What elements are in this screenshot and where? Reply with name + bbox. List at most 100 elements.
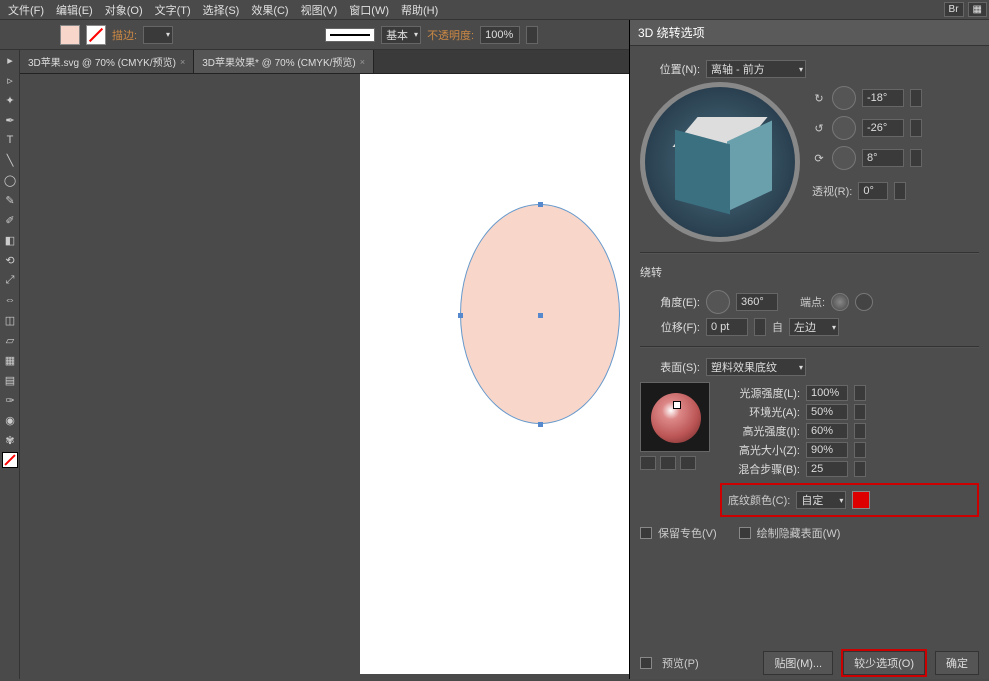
from-dropdown[interactable]: 左边: [789, 318, 839, 336]
scale-tool[interactable]: ⤢: [0, 270, 20, 290]
bridge-badge[interactable]: Br: [944, 2, 964, 17]
light-new-button[interactable]: [660, 456, 676, 470]
tab-2-close-icon[interactable]: ×: [360, 57, 365, 67]
blend-steps-slider[interactable]: [854, 461, 866, 477]
anchor-center[interactable]: [538, 313, 543, 318]
shape-tool[interactable]: ◯: [0, 170, 20, 190]
pencil-tool[interactable]: ✐: [0, 210, 20, 230]
offset-stepper[interactable]: [754, 318, 766, 336]
eyedropper-tool[interactable]: ✑: [0, 390, 20, 410]
highlight-size-label: 高光大小(Z):: [720, 442, 800, 458]
tab-1-close-icon[interactable]: ×: [180, 57, 185, 67]
map-art-button[interactable]: 贴图(M)...: [763, 651, 833, 675]
roty-knob[interactable]: [832, 116, 856, 140]
rotate-tool[interactable]: ⟲: [0, 250, 20, 270]
wand-tool[interactable]: ✦: [0, 90, 20, 110]
angle-knob[interactable]: [706, 290, 730, 314]
ok-button[interactable]: 确定: [935, 651, 979, 675]
position-dropdown[interactable]: 离轴 - 前方: [706, 60, 806, 78]
offset-input[interactable]: [706, 318, 748, 336]
fill-stroke-indicator[interactable]: [2, 452, 18, 468]
light-delete-button[interactable]: [680, 456, 696, 470]
gradient-tool[interactable]: ▤: [0, 370, 20, 390]
3d-preview[interactable]: [640, 82, 800, 242]
anchor-bottom[interactable]: [538, 422, 543, 427]
tab-1[interactable]: 3D苹果.svg @ 70% (CMYK/预览)×: [20, 50, 194, 73]
shading-color-dropdown[interactable]: 自定: [796, 491, 846, 509]
cap-on-button[interactable]: [831, 293, 849, 311]
shapebuilder-tool[interactable]: ◫: [0, 310, 20, 330]
menu-text[interactable]: 文字(T): [149, 2, 197, 18]
type-tool[interactable]: T: [0, 130, 20, 150]
preview-label: 预览(P): [662, 655, 699, 671]
menu-file[interactable]: 文件(F): [2, 2, 50, 18]
opacity-stepper[interactable]: [526, 26, 538, 44]
blend-steps-input[interactable]: [806, 461, 848, 477]
tab-2[interactable]: 3D苹果效果* @ 70% (CMYK/预览)×: [194, 50, 374, 73]
rotx-icon: ↻: [812, 92, 826, 105]
line-tool[interactable]: ╲: [0, 150, 20, 170]
menu-object[interactable]: 对象(O): [99, 2, 149, 18]
arrange-docs-icon[interactable]: ▦: [968, 2, 987, 17]
position-label: 位置(N):: [640, 61, 700, 77]
width-tool[interactable]: ⇔: [0, 290, 20, 310]
highlight-intensity-input[interactable]: [806, 423, 848, 439]
rotz-input[interactable]: [862, 149, 904, 167]
perspective-tool[interactable]: ▱: [0, 330, 20, 350]
fewer-options-button[interactable]: 较少选项(O): [843, 651, 925, 675]
fill-swatch[interactable]: [60, 25, 80, 45]
mesh-tool[interactable]: ▦: [0, 350, 20, 370]
roty-input[interactable]: [862, 119, 904, 137]
symbol-tool[interactable]: ✾: [0, 430, 20, 450]
rotz-stepper[interactable]: [910, 149, 922, 167]
rotx-knob[interactable]: [832, 86, 856, 110]
highlight-size-slider[interactable]: [854, 442, 866, 458]
perspective-input[interactable]: [858, 182, 888, 200]
highlight-intensity-slider[interactable]: [854, 423, 866, 439]
menu-window[interactable]: 窗口(W): [343, 2, 395, 18]
direct-select-tool[interactable]: ▹: [0, 70, 20, 90]
opacity-input[interactable]: 100%: [480, 26, 520, 44]
ambient-slider[interactable]: [854, 404, 866, 420]
shading-color-highlight: 底纹颜色(C): 自定: [720, 483, 979, 517]
rotz-knob[interactable]: [832, 146, 856, 170]
surface-preview[interactable]: [640, 382, 710, 452]
highlight-size-input[interactable]: [806, 442, 848, 458]
light-back-button[interactable]: [640, 456, 656, 470]
anchor-top[interactable]: [538, 202, 543, 207]
eraser-tool[interactable]: ◧: [0, 230, 20, 250]
menu-select[interactable]: 选择(S): [197, 2, 246, 18]
menu-effect[interactable]: 效果(C): [245, 2, 294, 18]
shading-color-swatch[interactable]: [852, 491, 870, 509]
roty-stepper[interactable]: [910, 119, 922, 137]
menu-help[interactable]: 帮助(H): [395, 2, 444, 18]
rotx-stepper[interactable]: [910, 89, 922, 107]
preview-cube-icon: [675, 117, 775, 217]
stroke-style-dropdown[interactable]: 基本: [381, 26, 421, 44]
ambient-input[interactable]: [806, 404, 848, 420]
stroke-style-preview[interactable]: [325, 28, 375, 42]
pen-tool[interactable]: ✒: [0, 110, 20, 130]
selection-tool[interactable]: ▸: [0, 50, 20, 70]
preserve-spot-checkbox[interactable]: [640, 527, 652, 539]
anchor-left[interactable]: [458, 313, 463, 318]
menu-edit[interactable]: 编辑(E): [50, 2, 99, 18]
light-handle[interactable]: [673, 401, 681, 409]
surface-dropdown[interactable]: 塑料效果底纹: [706, 358, 806, 376]
rotx-input[interactable]: [862, 89, 904, 107]
draw-hidden-label: 绘制隐藏表面(W): [757, 525, 841, 541]
brush-tool[interactable]: ✎: [0, 190, 20, 210]
stroke-weight-dropdown[interactable]: [143, 26, 173, 44]
perspective-stepper[interactable]: [894, 182, 906, 200]
stroke-swatch[interactable]: [86, 25, 106, 45]
blend-tool[interactable]: ◉: [0, 410, 20, 430]
light-intensity-slider[interactable]: [854, 385, 866, 401]
revolve-section-label: 绕转: [640, 264, 662, 280]
draw-hidden-checkbox[interactable]: [739, 527, 751, 539]
menu-view[interactable]: 视图(V): [295, 2, 344, 18]
cap-off-button[interactable]: [855, 293, 873, 311]
light-intensity-input[interactable]: [806, 385, 848, 401]
angle-input[interactable]: [736, 293, 778, 311]
preview-checkbox[interactable]: [640, 657, 652, 669]
ellipse-shape[interactable]: [460, 204, 620, 424]
